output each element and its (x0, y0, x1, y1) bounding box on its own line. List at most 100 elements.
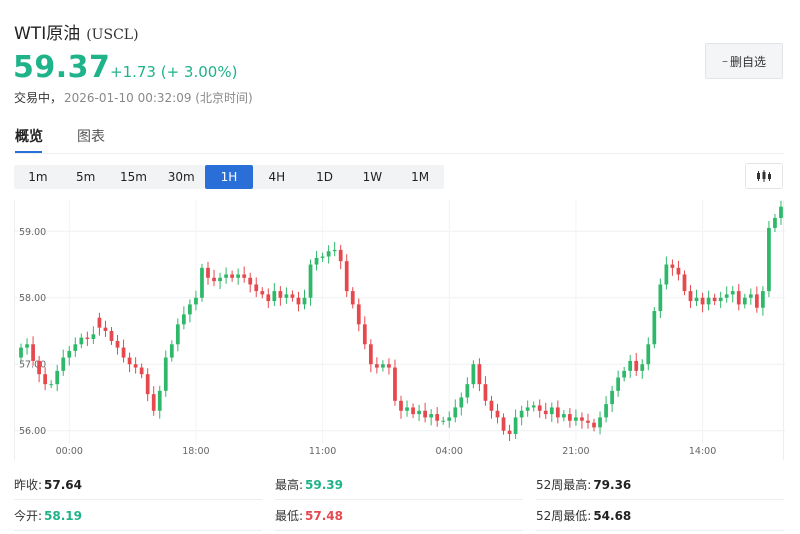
stat-label: 昨收: (14, 478, 43, 492)
candle-body (272, 291, 277, 302)
candle-body (181, 314, 186, 325)
candle-body (31, 344, 35, 361)
candle-body (79, 337, 84, 345)
candle-body (652, 311, 657, 345)
candle-body (284, 294, 289, 298)
candle-body (640, 364, 645, 371)
candle-body (676, 267, 681, 275)
candle-body (441, 420, 446, 422)
stat-label: 最低: (275, 509, 304, 523)
candle-body (43, 374, 48, 385)
candle-body (411, 407, 415, 415)
period-5m[interactable]: 5m (62, 165, 110, 189)
candle-body (224, 274, 228, 278)
candle-body (338, 249, 343, 262)
candlestick-icon (757, 170, 771, 182)
stat-prev-close: 昨收: 57.64 (14, 470, 262, 500)
period-1mo[interactable]: 1M (396, 165, 444, 189)
candle-body (779, 206, 783, 218)
candle-body (525, 407, 530, 411)
candle-body (169, 344, 174, 358)
candle-body (580, 417, 584, 421)
chart-type-button[interactable] (745, 163, 783, 189)
candle-body (465, 384, 470, 398)
candle-body (610, 390, 614, 405)
period-1w[interactable]: 1W (348, 165, 396, 189)
trading-status: 交易中， 2026-01-10 00:32:09 (北京时间) (14, 89, 253, 106)
tab-chart[interactable]: 图表 (77, 126, 105, 146)
minus-icon: – (721, 54, 728, 68)
candle-body (405, 407, 409, 411)
candle-body (368, 344, 373, 365)
candle-body (109, 330, 114, 341)
candle-body (513, 417, 518, 435)
period-30m[interactable]: 30m (157, 165, 205, 189)
candle-body (519, 410, 524, 418)
candle-body (19, 347, 23, 358)
x-tick-label: 21:00 (562, 446, 589, 457)
x-tick-label: 14:00 (689, 446, 716, 457)
period-1m[interactable]: 1m (14, 165, 62, 189)
price-chart[interactable]: 59.0058.0057.0056.0000:0018:0011:0004:00… (14, 200, 785, 460)
candle-body (242, 274, 247, 278)
candle-body (25, 344, 29, 348)
candle-body (561, 414, 566, 418)
candle-body (574, 417, 578, 421)
candle-body (628, 360, 633, 371)
candle-body (586, 420, 590, 423)
period-1h[interactable]: 1H (205, 165, 253, 189)
candle-body (212, 277, 216, 282)
candle-body (682, 274, 687, 292)
candle-body (423, 410, 427, 418)
stat-label: 最高: (275, 478, 304, 492)
y-tick-label: 59.00 (19, 227, 46, 238)
candle-body (543, 410, 548, 415)
candle-body (278, 291, 283, 298)
candle-body (290, 294, 295, 298)
candle-body (387, 364, 391, 368)
candle-body (61, 357, 66, 371)
stat-value: 79.36 (593, 478, 632, 492)
candle-body (700, 297, 705, 305)
x-tick-label: 00:00 (56, 446, 83, 457)
candle-body (91, 334, 96, 339)
stat-label: 今开: (14, 509, 43, 523)
candle-body (248, 277, 253, 285)
stat-value: 59.39 (305, 478, 344, 492)
period-15m[interactable]: 15m (110, 165, 158, 189)
candle-body (230, 274, 234, 278)
candle-body (664, 264, 669, 285)
candle-body (308, 264, 313, 298)
candle-body (489, 400, 494, 411)
candlestick-chart: 59.0058.0057.0056.0000:0018:0011:0004:00… (15, 200, 785, 457)
remove-watchlist-label: 删自选 (729, 54, 766, 69)
tab-divider (14, 153, 784, 154)
candle-body (350, 291, 355, 305)
period-1d[interactable]: 1D (301, 165, 349, 189)
candle-body (736, 291, 741, 305)
stat-value: 54.68 (593, 509, 632, 523)
status-text: 交易中， (14, 91, 63, 105)
candle-body (447, 417, 452, 421)
candle-body (200, 267, 204, 298)
x-tick-label: 11:00 (309, 446, 336, 457)
candle-body (622, 370, 627, 378)
candle-body (236, 274, 241, 278)
last-price: 59.37 (13, 50, 111, 85)
candle-body (157, 390, 162, 411)
remove-watchlist-button[interactable]: – 删自选 (705, 43, 783, 79)
tab-overview[interactable]: 概览 (15, 126, 43, 146)
candle-body (218, 277, 222, 282)
candle-body (501, 417, 506, 431)
candle-body (483, 384, 488, 401)
period-4h[interactable]: 4H (253, 165, 301, 189)
stat-52w-low: 52周最低: 54.68 (536, 501, 784, 531)
candle-body (163, 357, 168, 391)
candle-body (658, 284, 663, 312)
candle-body (344, 261, 349, 292)
quote-stats: 昨收: 57.64 最高: 59.39 52周最高: 79.36 今开: 58.19 最… (14, 470, 784, 532)
candle-body (326, 251, 331, 257)
stat-value: 58.19 (44, 509, 83, 523)
candle-body (453, 407, 458, 418)
candle-body (399, 400, 403, 411)
